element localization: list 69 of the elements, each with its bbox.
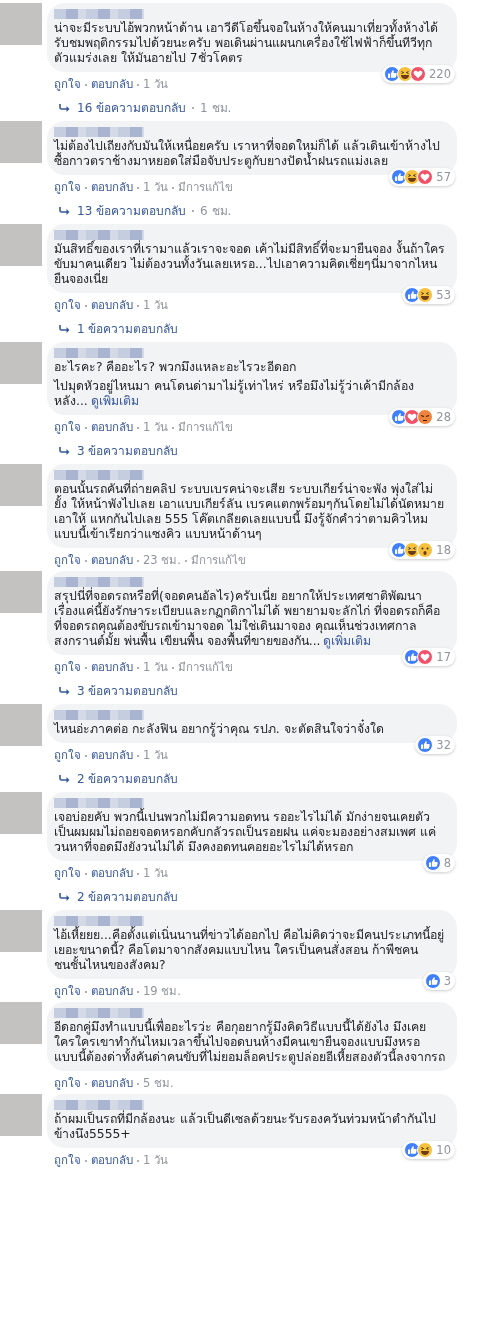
comment-text: น่าจะมีระบบไอ้พวกหน้าด้าน เอาวีดีโอขึ้นจอในห้างให้คนมาเที่ยวทั้งห้างได้รับชมพฤติกรรมไปด้วยนะครับ พอเดินผ่านแผนกเครื่องใช้ไฟฟ้าก็ขึ้นทีวีทุกตัวแมร่งเลย ให้มันอายไป 7ชั่วโคตร — [54, 21, 439, 66]
reply-arrow-icon — [59, 323, 71, 334]
laughing-face-icon — [417, 287, 434, 303]
avatar[interactable] — [0, 704, 42, 746]
reply-link[interactable]: ตอบกลับ — [91, 554, 133, 567]
reply-link[interactable]: ตอบกลับ — [91, 299, 133, 312]
reply-arrow-icon — [59, 685, 71, 696]
view-replies-link[interactable]: 2 ข้อความตอบกลับ — [77, 887, 179, 906]
reply-arrow-icon — [59, 445, 71, 456]
see-more-link[interactable]: ดูเพิ่มเติม — [90, 394, 139, 408]
comment-text: อะไรคะ? คืออะไร? พวกมึงแหละอะไรวะอีดอก — [54, 360, 297, 375]
thumbs-up-icon — [424, 973, 441, 989]
reply-time: 6 ชม. — [200, 203, 232, 220]
view-replies-link[interactable]: 3 ข้อความตอบกลับ — [77, 441, 179, 460]
avatar[interactable] — [0, 3, 42, 45]
like-link[interactable]: ถูกใจ — [54, 749, 81, 762]
reply-link[interactable]: ตอบกลับ — [91, 1077, 133, 1090]
reply-link[interactable]: ตอบกลับ — [91, 1154, 133, 1167]
reply-link[interactable]: ตอบกลับ — [91, 661, 133, 674]
comment-text: สรุปนี่ที่จอดรถหรือที่(จอดคนอัลไร)ครับเนี่ย อยากให้ประเทศชาติพัฒนาเรื่องแค่นี้ยังรักษาระเบียบและกฏกติกาไม่ได้ พยายามจะลักไก่ ที่จอดรถก็คือที่จอดรถคุณต้องขับรถเข้ามาจอด ไม่ใช่เดินมาจอง คุณเห็นช่วงเทศกาลสงกรานต์มั้ย พ่นพื้น เขียนพื้น จองพื้นที่ขายของกัน... ดูเพิ่มเติม — [54, 589, 441, 649]
comment-text: ตอนนั้นรถคันที่ถ่ายคลิป ระบบเบรคน่าจะเสีย ระบบเกียร์น่าจะพัง พุ่งใส่ไม่ยั้ง ให้หน้าพังไปเลย เอาแบบเกียร์ลัน เบรคแตกพร้อมๆกันโดยไม่ได้นัดหมาย เอาให้ แหกกันไปเลย 555 โค๊ตเกลียดเลยแบบนี้ มึงรู้จักคำว่าตามคิวไหมแบบนี้เข้าเรียกว่าแซงคิว แบบหน้าด้านๆ — [54, 482, 445, 542]
reply-arrow-icon — [59, 205, 71, 216]
avatar[interactable] — [0, 571, 42, 613]
see-more-link[interactable]: ดูเพิ่มเติม — [323, 634, 372, 648]
view-replies-link[interactable]: 3 ข้อความตอบกลับ — [77, 681, 179, 700]
surprised-face-icon — [417, 542, 434, 558]
avatar[interactable] — [0, 1002, 42, 1044]
avatar[interactable] — [0, 464, 42, 506]
like-link[interactable]: ถูกใจ — [54, 1154, 81, 1167]
like-link[interactable]: ถูกใจ — [54, 985, 81, 998]
laughing-face-icon — [417, 1142, 434, 1158]
thumbs-up-icon — [424, 855, 441, 871]
reply-link[interactable]: ตอบกลับ — [91, 421, 133, 434]
avatar[interactable] — [0, 1094, 42, 1136]
like-link[interactable]: ถูกใจ — [54, 554, 81, 567]
avatar[interactable] — [0, 910, 42, 952]
view-replies-link[interactable]: 2 ข้อความตอบกลับ — [77, 769, 179, 788]
like-link[interactable]: ถูกใจ — [54, 661, 81, 674]
reply-arrow-icon — [59, 102, 71, 113]
view-replies-link[interactable]: 1 ข้อความตอบกลับ — [77, 319, 179, 338]
like-link[interactable]: ถูกใจ — [54, 867, 81, 880]
avatar[interactable] — [0, 121, 42, 163]
comment-text: อีดอกคู่มึงทำแบบนี้เพื่ออะไรว่ะ คือกุอยากรู้มึงคิดวิธีแบบนี้ได้ยังไง มึงเคยใครใครเขาทำกันไหมเวลาขึ้นไปจอดบนห้างมีคนเขายืนจองแบบมึงหรอ แบบนี้ต้องด่าทั้งคันด่าคนขับที่ไม่ยอมล็อคประตูปล่อยอีเหี้ยสองตัวนี้ลงจากรถ — [54, 1020, 445, 1065]
thumbs-up-icon — [417, 737, 434, 753]
reply-link[interactable]: ตอบกลับ — [91, 181, 133, 194]
comment-text: ไปมุดหัวอยู่ไหนมา คนโดนด่ามาไม่รู้เท่าไหร่ หรือมึงไม่รู้ว่าเค้ามีกล้องหลัง... ดูเพิ่มเติม — [54, 379, 415, 409]
reply-link[interactable]: ตอบกลับ — [91, 749, 133, 762]
reply-link[interactable]: ตอบกลับ — [91, 867, 133, 880]
reply-link[interactable]: ตอบกลับ — [91, 985, 133, 998]
avatar[interactable] — [0, 224, 42, 266]
like-link[interactable]: ถูกใจ — [54, 78, 81, 91]
reply-link[interactable]: ตอบกลับ — [91, 78, 133, 91]
like-link[interactable]: ถูกใจ — [54, 421, 81, 434]
like-link[interactable]: ถูกใจ — [54, 1077, 81, 1090]
reply-time: 1 ชม. — [200, 100, 232, 117]
comment-text: ไม่ต้องไปเถียงกับมันให้เหนื่อยครับ เราหาที่จอดใหม่ก็ได้ แล้วเดินเข้าห้างไปซื้อกาวตราช้างมาหยอดใส่มือจับประตูกับยางปัดน้ำฝนรถแม่งเลย — [54, 139, 441, 169]
comment-text: เจอบ่อยคับ พวกนี้เปนพวกไม่มีความอดทน รออะไรไม่ได้ มักง่ายจนเคยตัว เป็นผมผมไม่ถอยจอดหรอกคับกลัวรถเป็นรอยฝน แค่จะมองอย่างสมเพศ แค่วนหาที่จอดมึงยังวนไม่ได้ มึงคงอดทนคอยอะไรไม่ได้หรอก — [54, 810, 437, 855]
view-replies-link[interactable]: 13 ข้อความตอบกลับ — [77, 201, 187, 220]
avatar[interactable] — [0, 342, 42, 384]
view-replies-link[interactable]: 16 ข้อความตอบกลับ — [77, 98, 187, 117]
reply-arrow-icon — [59, 773, 71, 784]
like-link[interactable]: ถูกใจ — [54, 181, 81, 194]
avatar[interactable] — [0, 792, 42, 834]
angry-face-icon — [417, 409, 434, 425]
comment-text: ไอ้เหี้ยยย...คือตั้งแต่เนิ่นนานที่ข่าวได้ออกไป คือไม่คิดว่าจะมีคนประเภทนี้อยู่เยอะขนาดนี้? คือโตมาจากสังคมแบบไหน ใครเป็นคนสั่งสอน ก้าพืชคนชนชั้นไหนของสังคม? — [54, 928, 445, 973]
comment-text: มันสิทธิ์ของเราที่เรามาแล้วเราจะจอด เค้าไม่มีสิทธิ์ที่จะมายืนจอง งั้นถ้าใครขับมาคนเดียว ไม่ต้องวนทั้งวันเลยเหรอ...ไปเอาความคิดเชี่ยๆนี่มาจากไหน ยืนจองเนี่ย — [54, 242, 445, 287]
like-link[interactable]: ถูกใจ — [54, 299, 81, 312]
comment-text: ถ้าผมเป็นรถที่มีกล้องนะ แล้วเป็นดีเซลด้วยนะรับรองควันท่วมหน้าตำกันไปข้างนึง5555+ — [54, 1112, 437, 1142]
reply-arrow-icon — [59, 891, 71, 902]
